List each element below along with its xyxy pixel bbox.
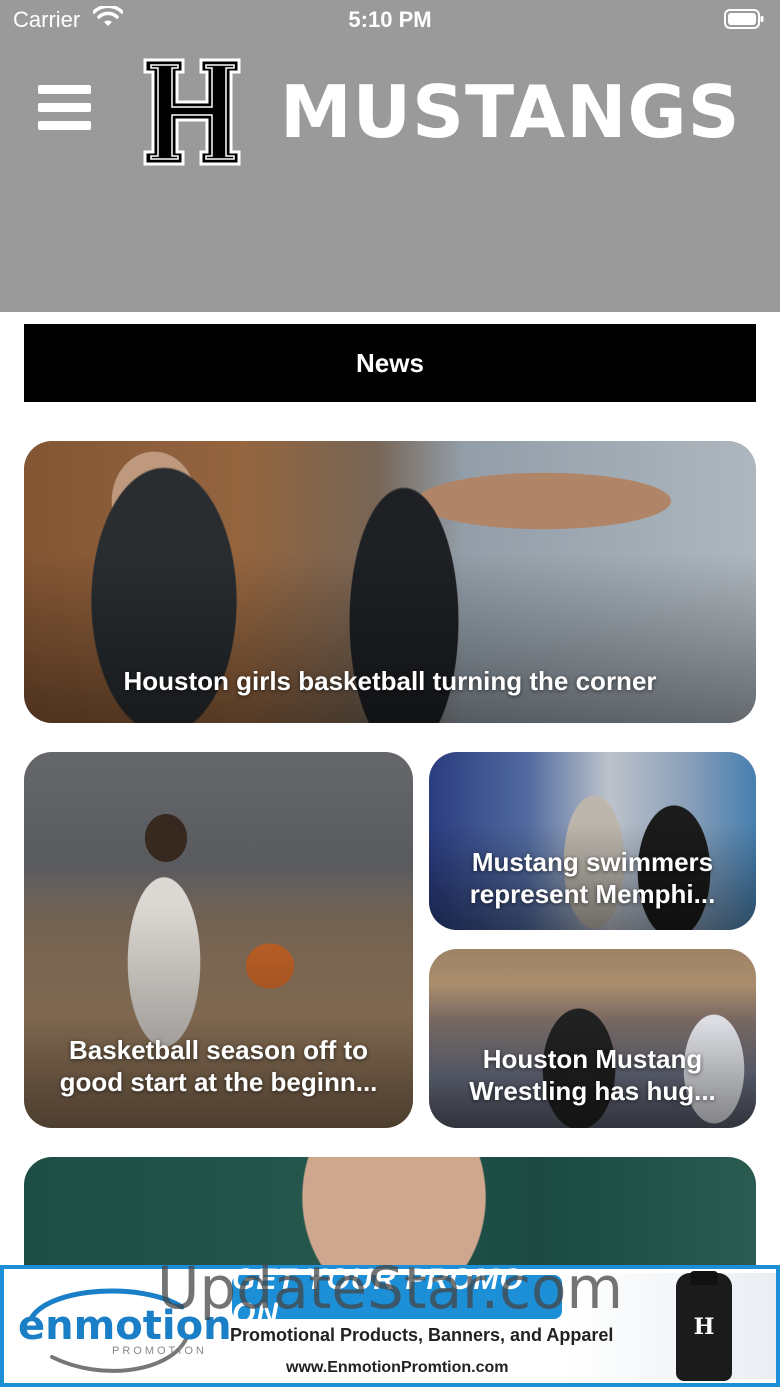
brand-title: MUSTANGS (280, 70, 741, 154)
ad-tagline: Promotional Products, Banners, and Appar… (230, 1325, 614, 1345)
article-title: Houston Mustang Wrestling has hug... (469, 1044, 716, 1106)
battery-icon (724, 9, 764, 29)
h-logo-icon (143, 58, 241, 166)
article-card[interactable]: Mustang swimmers represent Memphi... (429, 752, 756, 930)
section-title-bar: News (24, 324, 756, 402)
section-title: News (356, 347, 424, 378)
ad-brand-sub: PROMOTION (112, 1345, 207, 1357)
app-header: Carrier 5:10 PM MUSTANGS (0, 0, 780, 312)
clock: 5:10 PM (348, 7, 432, 32)
article-card[interactable]: Basketball season off to good start at t… (24, 752, 413, 1128)
status-bar: Carrier 5:10 PM (0, 0, 780, 40)
article-title: Mustang swimmers represent Memphi... (469, 847, 716, 909)
hamburger-menu-icon[interactable] (36, 82, 94, 132)
watermark: UpdateStar.com (157, 1254, 623, 1322)
article-title: Houston girls basketball turning the cor… (123, 666, 657, 696)
article-card[interactable]: Houston girls basketball turning the cor… (24, 441, 756, 723)
ad-url: www.EnmotionPromtion.com (286, 1359, 509, 1376)
article-title: Basketball season off to good start at t… (59, 1035, 378, 1097)
article-card[interactable]: Houston Mustang Wrestling has hug... (429, 949, 756, 1128)
